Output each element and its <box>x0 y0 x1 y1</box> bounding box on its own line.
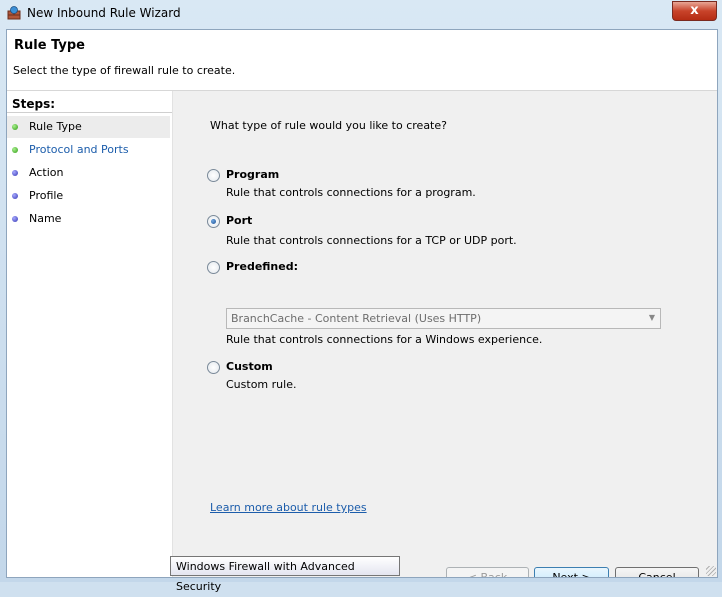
predefined-option-description: Rule that controls connections for a Win… <box>226 333 543 346</box>
program-option-label[interactable]: Program <box>226 168 279 181</box>
step-label: Action <box>29 166 64 179</box>
steps-sidebar: Steps: Rule Type Protocol and Ports Acti… <box>7 91 173 577</box>
window-title: New Inbound Rule Wizard <box>27 6 181 20</box>
program-radio[interactable] <box>207 169 220 182</box>
wizard-header: Rule Type Select the type of firewall ru… <box>7 30 717 91</box>
title-bar[interactable]: New Inbound Rule Wizard x <box>0 0 722 28</box>
predefined-select-value: BranchCache - Content Retrieval (Uses HT… <box>231 312 482 325</box>
predefined-option-label[interactable]: Predefined: <box>226 260 298 273</box>
step-label: Rule Type <box>29 120 82 133</box>
main-panel: What type of rule would you like to crea… <box>173 91 717 577</box>
step-profile[interactable]: Profile <box>7 185 170 207</box>
page-description: Select the type of firewall rule to crea… <box>13 64 236 77</box>
close-icon: x <box>690 3 699 18</box>
close-button[interactable]: x <box>672 1 717 21</box>
question-text: What type of rule would you like to crea… <box>210 119 447 132</box>
wizard-window: New Inbound Rule Wizard x Rule Type Sele… <box>0 0 722 582</box>
cancel-button[interactable]: Cancel <box>615 567 699 577</box>
custom-option-label[interactable]: Custom <box>226 360 273 373</box>
step-rule-type[interactable]: Rule Type <box>7 116 170 138</box>
step-label: Profile <box>29 189 64 202</box>
resize-grip[interactable] <box>706 566 716 576</box>
taskbar-tooltip: Windows Firewall with Advanced Security <box>170 556 400 593</box>
port-radio[interactable] <box>207 215 220 228</box>
page-title: Rule Type <box>14 38 85 53</box>
predefined-select[interactable]: BranchCache - Content Retrieval (Uses HT… <box>226 308 661 329</box>
predefined-radio[interactable] <box>207 261 220 274</box>
next-button[interactable]: Next > <box>534 567 609 577</box>
firewall-icon <box>7 6 21 20</box>
step-pending-icon <box>12 216 18 222</box>
port-option-label[interactable]: Port <box>226 214 252 227</box>
custom-option-description: Custom rule. <box>226 378 297 391</box>
step-complete-icon <box>12 124 18 130</box>
step-pending-icon <box>12 193 18 199</box>
step-name[interactable]: Name <box>7 208 170 230</box>
step-label[interactable]: Protocol and Ports <box>29 143 129 156</box>
port-option-description: Rule that controls connections for a TCP… <box>226 234 517 247</box>
step-label: Name <box>29 212 62 225</box>
step-complete-icon <box>12 147 18 153</box>
program-option-description: Rule that controls connections for a pro… <box>226 186 476 199</box>
wizard-content: Rule Type Select the type of firewall ru… <box>6 29 718 578</box>
step-protocol-and-ports[interactable]: Protocol and Ports <box>7 139 170 161</box>
step-pending-icon <box>12 170 18 176</box>
steps-heading: Steps: <box>12 97 56 111</box>
back-button[interactable]: < Back <box>446 567 529 577</box>
learn-more-link[interactable]: Learn more about rule types <box>210 501 367 514</box>
steps-divider <box>7 112 172 113</box>
custom-radio[interactable] <box>207 361 220 374</box>
chevron-down-icon: ▼ <box>648 313 655 322</box>
step-action[interactable]: Action <box>7 162 170 184</box>
